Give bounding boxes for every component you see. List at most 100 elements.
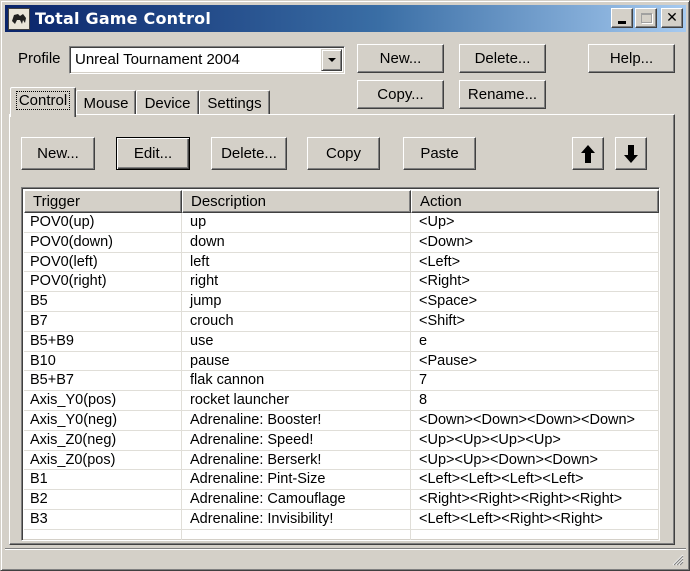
close-button[interactable]: ✕: [661, 8, 683, 28]
empty-cell: [411, 529, 659, 540]
edit-mapping-button[interactable]: Edit...: [116, 137, 190, 170]
table-row[interactable]: POV0(left) left <Left>: [24, 252, 659, 273]
table-row[interactable]: Axis_Y0(pos) rocket launcher 8: [24, 391, 659, 411]
description-cell: use: [182, 331, 411, 351]
status-bar: [5, 548, 686, 568]
trigger-cell: Axis_Y0(pos): [24, 391, 182, 410]
trigger-cell: B10: [24, 351, 182, 371]
empty-cell: [182, 529, 411, 540]
description-cell: Adrenaline: Booster!: [182, 410, 411, 430]
tab-control-label: Control: [15, 91, 71, 110]
title-bar[interactable]: Total Game Control ✕: [5, 5, 686, 32]
profile-delete-button[interactable]: Delete...: [459, 44, 546, 73]
table-row[interactable]: POV0(up) up <Up>: [24, 213, 659, 233]
table-row[interactable]: Axis_Z0(pos) Adrenaline: Berserk! <Up><Up>…: [24, 450, 659, 471]
description-cell: Adrenaline: Camouflage: [182, 490, 411, 509]
trigger-cell: B1: [24, 470, 182, 490]
description-cell: Adrenaline: Pint-Size: [182, 470, 411, 490]
paste-mapping-button[interactable]: Paste: [403, 137, 476, 170]
arrow-up-icon: [581, 144, 595, 163]
table-body: POV0(up) up <Up> POV0(down) down <Down> POV0(l…: [24, 213, 659, 540]
trigger-cell: B3: [24, 509, 182, 529]
trigger-cell: B7: [24, 311, 182, 331]
gamepad-icon: [8, 7, 30, 30]
description-cell: jump: [182, 292, 411, 311]
table-row[interactable]: B3 Adrenaline: Invisibility! <Left><Left><…: [24, 509, 659, 530]
maximize-icon: [640, 13, 652, 23]
profile-label: Profile: [18, 50, 61, 67]
description-cell: Adrenaline: Berserk!: [182, 450, 411, 470]
description-cell: right: [182, 272, 411, 292]
trigger-cell: B5+B9: [24, 331, 182, 351]
action-cell: <Left>: [411, 252, 659, 272]
description-cell: up: [182, 213, 411, 232]
minimize-button[interactable]: [611, 8, 633, 28]
table-header: Trigger Description Action: [24, 190, 659, 213]
profile-new-button[interactable]: New...: [357, 44, 444, 73]
column-header-description[interactable]: Description: [182, 190, 411, 213]
description-cell: flak cannon: [182, 371, 411, 391]
action-cell: <Up><Up><Up><Up>: [411, 430, 659, 450]
table-row[interactable]: Axis_Z0(neg) Adrenaline: Speed! <Up><Up><U…: [24, 430, 659, 451]
action-cell: <Shift>: [411, 311, 659, 331]
action-cell: 7: [411, 371, 659, 391]
app-window: Total Game Control ✕ Profile Unreal Tour…: [0, 0, 690, 571]
trigger-cell: POV0(right): [24, 272, 182, 292]
action-cell: <Right><Right><Right><Right>: [411, 490, 659, 509]
action-cell: e: [411, 331, 659, 351]
mapping-table[interactable]: Trigger Description Action POV0(up) up <Up…: [21, 187, 660, 541]
description-cell: pause: [182, 351, 411, 371]
table-row[interactable]: B1 Adrenaline: Pint-Size <Left><Left><Left…: [24, 470, 659, 491]
move-down-button[interactable]: [615, 137, 647, 170]
action-cell: <Up><Up><Down><Down>: [411, 450, 659, 470]
action-cell: <Pause>: [411, 351, 659, 371]
tab-device[interactable]: Device: [136, 90, 199, 115]
resize-grip-icon[interactable]: [672, 554, 684, 566]
tab-mouse-label: Mouse: [83, 94, 129, 112]
description-cell: Adrenaline: Invisibility!: [182, 509, 411, 529]
table-row[interactable]: B2 Adrenaline: Camouflage <Right><Right><R…: [24, 490, 659, 510]
description-cell: Adrenaline: Speed!: [182, 430, 411, 450]
trigger-cell: B5: [24, 292, 182, 311]
tab-settings[interactable]: Settings: [199, 90, 270, 115]
column-header-action[interactable]: Action: [411, 190, 659, 213]
delete-mapping-button[interactable]: Delete...: [211, 137, 287, 170]
trigger-cell: B2: [24, 490, 182, 509]
table-row[interactable]: POV0(down) down <Down>: [24, 232, 659, 253]
action-cell: 8: [411, 391, 659, 410]
column-header-trigger[interactable]: Trigger: [24, 190, 182, 213]
help-button[interactable]: Help...: [588, 44, 675, 73]
move-up-button[interactable]: [572, 137, 604, 170]
new-mapping-button[interactable]: New...: [21, 137, 95, 170]
profile-selected-value: Unreal Tournament 2004: [75, 51, 240, 68]
description-cell: left: [182, 252, 411, 272]
profile-copy-button[interactable]: Copy...: [357, 80, 444, 109]
profile-select[interactable]: Unreal Tournament 2004: [69, 46, 345, 74]
profile-dropdown-button[interactable]: [321, 49, 342, 71]
action-cell: <Right>: [411, 272, 659, 292]
description-cell: down: [182, 232, 411, 252]
profile-rename-button[interactable]: Rename...: [459, 80, 546, 109]
copy-mapping-button[interactable]: Copy: [307, 137, 380, 170]
trigger-cell: Axis_Z0(pos): [24, 450, 182, 470]
table-row[interactable]: POV0(right) right <Right>: [24, 272, 659, 293]
table-row[interactable]: B7 crouch <Shift>: [24, 311, 659, 332]
action-cell: <Down><Down><Down><Down>: [411, 410, 659, 430]
table-row[interactable]: B5+B7 flak cannon 7: [24, 371, 659, 392]
trigger-cell: POV0(up): [24, 213, 182, 232]
description-cell: crouch: [182, 311, 411, 331]
empty-cell: [24, 529, 182, 540]
table-row[interactable]: B5 jump <Space>: [24, 292, 659, 312]
action-cell: <Left><Left><Right><Right>: [411, 509, 659, 529]
table-row[interactable]: Axis_Y0(neg) Adrenaline: Booster! <Down><D…: [24, 410, 659, 431]
minimize-icon: [618, 20, 626, 24]
tab-control[interactable]: Control: [10, 87, 76, 117]
maximize-button: [635, 8, 657, 28]
tab-mouse[interactable]: Mouse: [76, 90, 136, 115]
table-row[interactable]: B10 pause <Pause>: [24, 351, 659, 372]
arrow-down-icon: [624, 144, 638, 163]
chevron-down-icon: [327, 58, 336, 62]
table-row[interactable]: B5+B9 use e: [24, 331, 659, 352]
trigger-cell: POV0(left): [24, 252, 182, 272]
action-cell: <Down>: [411, 232, 659, 252]
